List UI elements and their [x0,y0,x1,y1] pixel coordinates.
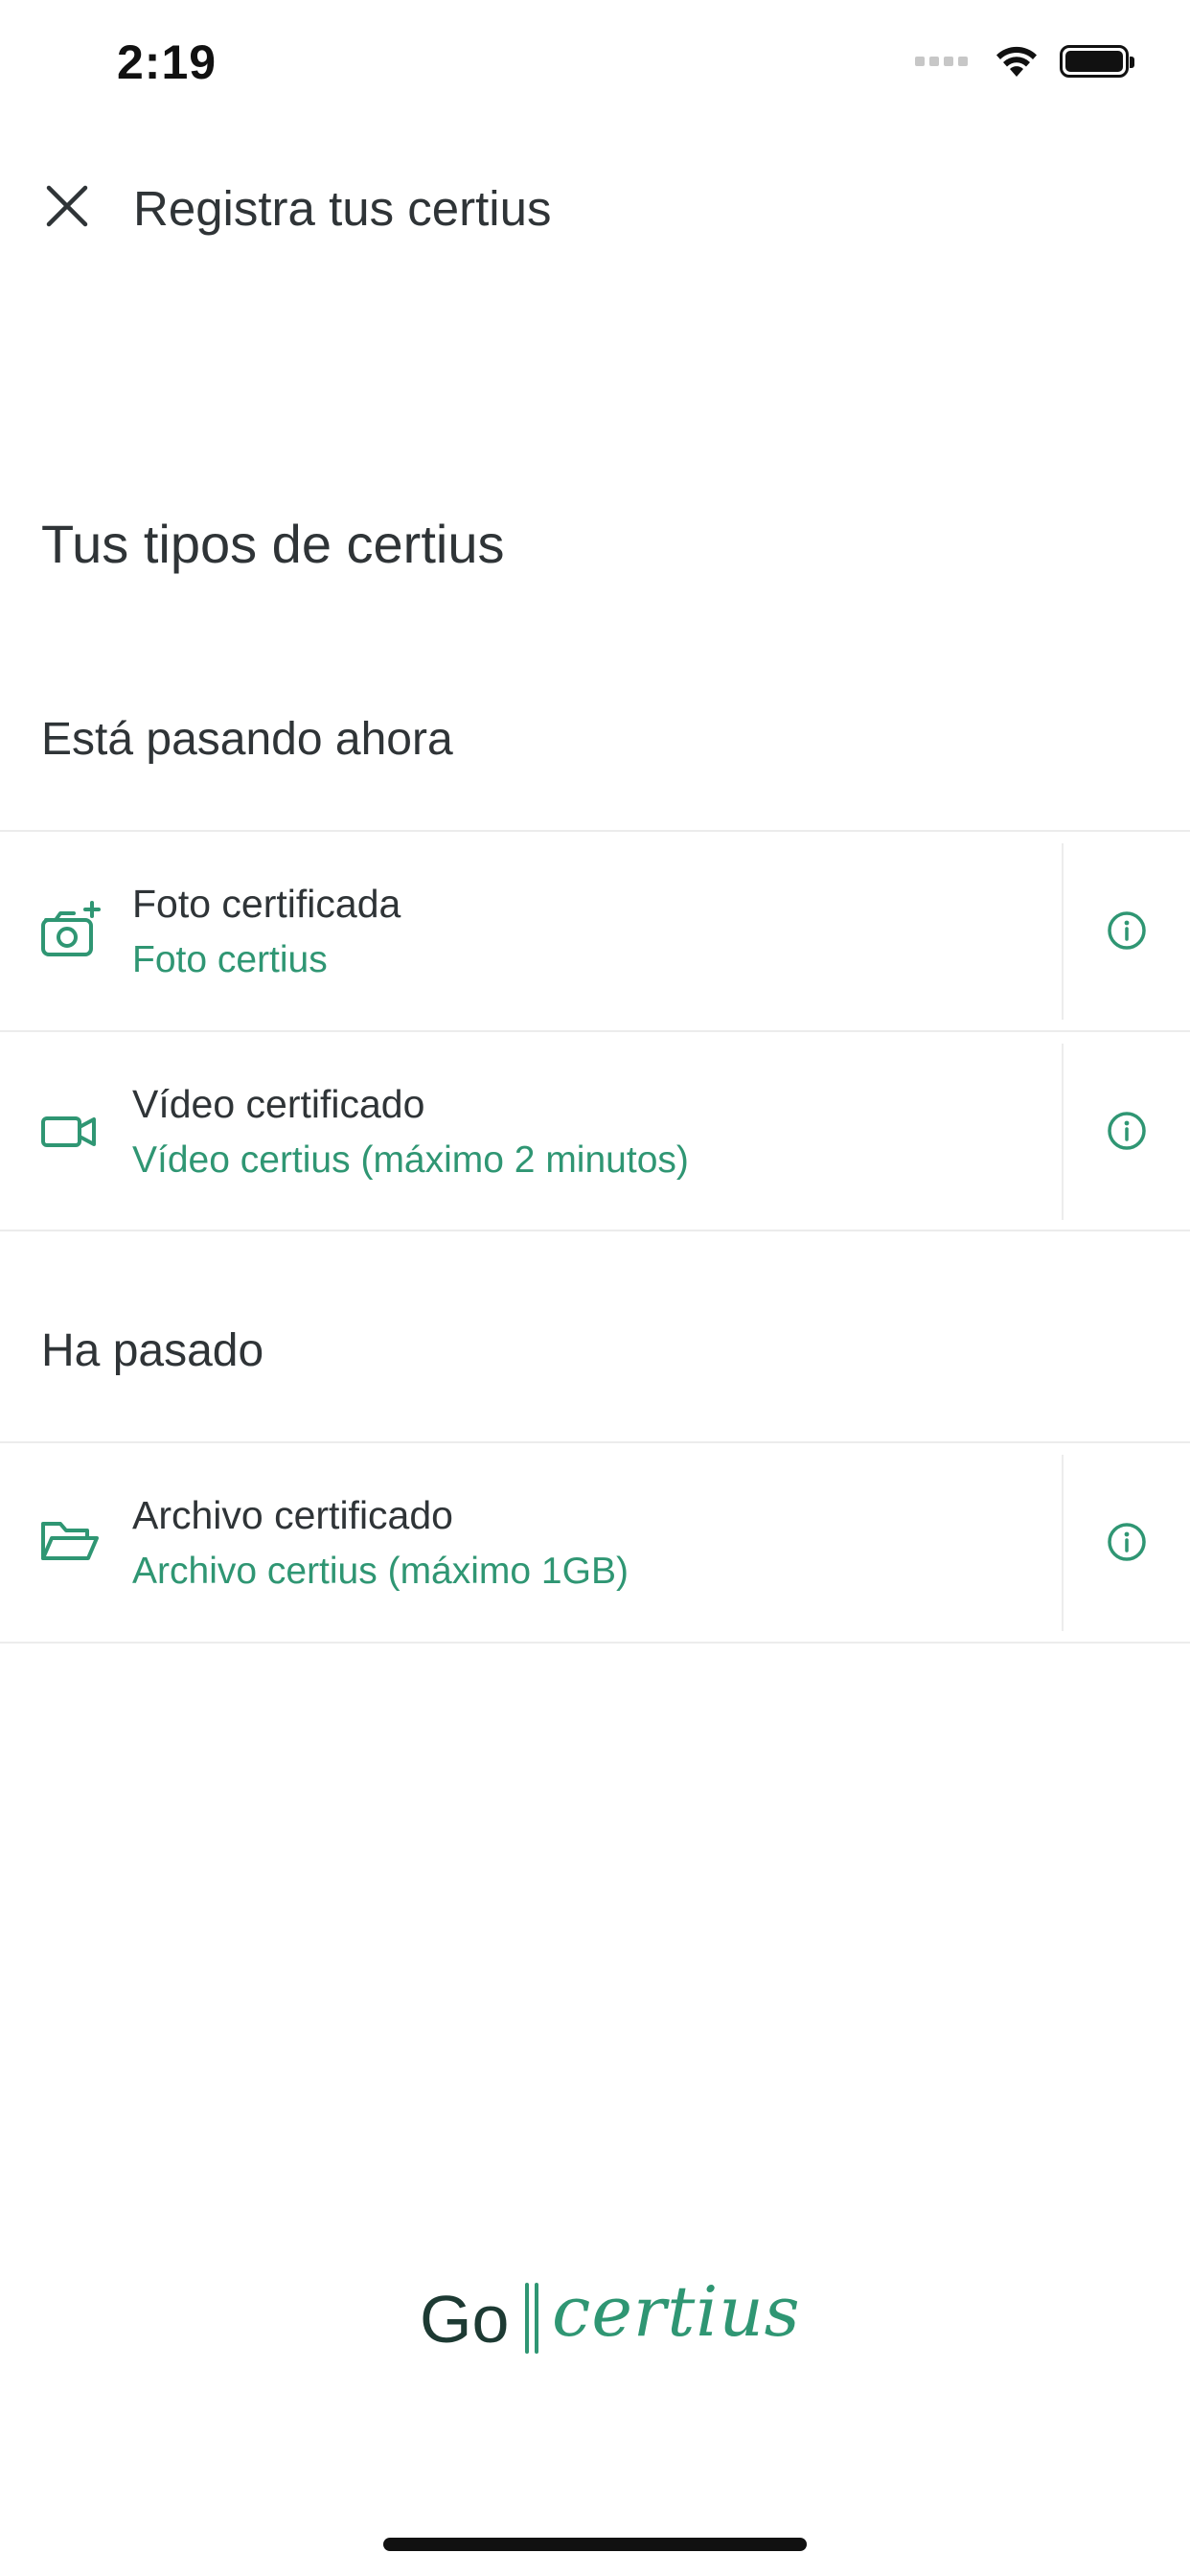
group-label-now: Está pasando ahora [41,714,453,765]
list-item-video-certificado[interactable]: Vídeo certificado Vídeo certius (máximo … [0,1032,1190,1231]
vertical-divider [1062,1455,1064,1631]
info-icon [1108,1523,1146,1561]
close-icon [46,185,88,227]
info-button[interactable] [1100,1104,1154,1158]
divider [0,1642,1190,1644]
section-title: Tus tipos de certius [41,514,505,574]
item-title: Archivo certificado [132,1493,453,1537]
group-label-past: Ha pasado [41,1325,264,1376]
divider [0,1230,1190,1231]
app-header: Registra tus certius [0,144,1190,278]
list-item-archivo-certificado[interactable]: Archivo certificado Archivo certius (máx… [0,1443,1190,1643]
home-indicator [383,2538,807,2551]
item-title: Vídeo certificado [132,1082,425,1126]
info-icon [1108,911,1146,950]
logo-certius-text: certius [552,2271,801,2352]
camera-add-icon [41,901,101,956]
status-time: 2:19 [117,35,217,89]
logo-divider-bars [525,2283,538,2354]
status-bar: 2:19 [0,0,1190,126]
wifi-icon [996,46,1037,77]
page-title: Registra tus certius [133,181,552,236]
item-subtitle: Archivo certius (máximo 1GB) [132,1551,629,1592]
list-item-foto-certificada[interactable]: Foto certificada Foto certius [0,832,1190,1031]
video-camera-icon [41,1116,96,1147]
info-button[interactable] [1100,1515,1154,1569]
folder-open-icon [41,1522,99,1560]
info-icon [1108,1112,1146,1150]
gocertius-logo: Go certius [412,2271,800,2367]
vertical-divider [1062,843,1064,1020]
vertical-divider [1062,1044,1064,1220]
info-button[interactable] [1100,904,1154,957]
status-icons [915,44,1134,79]
item-title: Foto certificada [132,882,401,926]
item-subtitle: Vídeo certius (máximo 2 minutos) [132,1139,689,1181]
logo-go-text: Go [420,2282,510,2357]
item-subtitle: Foto certius [132,939,328,980]
battery-icon [1060,45,1134,78]
close-button[interactable] [29,168,105,244]
signal-icon [915,57,968,66]
